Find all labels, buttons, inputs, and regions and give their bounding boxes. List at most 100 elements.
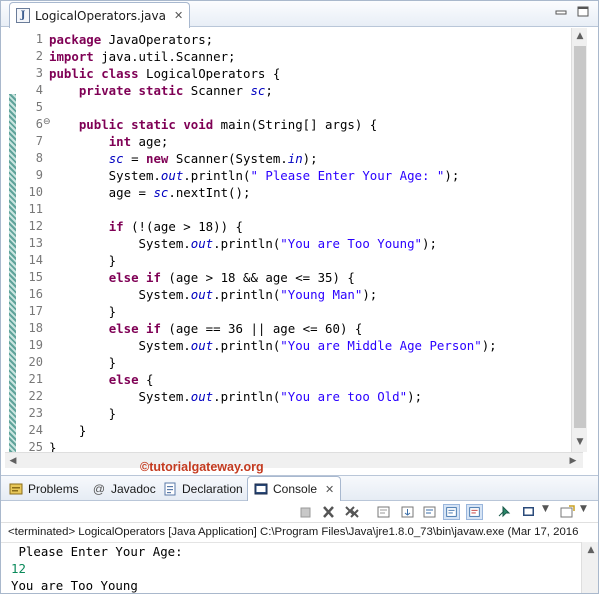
code-editor[interactable]: 1 2 3 4 5 6 7 8 9 10 11 12 13 14 15 16 17 18 19 20 21 22 23 24 2…	[5, 28, 597, 452]
console-icon	[254, 483, 268, 495]
line-number: 10	[28, 185, 43, 199]
scroll-up-icon[interactable]: ▲	[583, 542, 598, 558]
console-process-label: <terminated> LogicalOperators [Java Appl…	[1, 523, 598, 542]
line-number: 9	[35, 168, 43, 182]
chevron-down-icon[interactable]: ▼	[580, 504, 587, 514]
scroll-lock-icon[interactable]	[399, 504, 416, 520]
code-area[interactable]: package JavaOperators; import java.util.S…	[49, 31, 569, 452]
code-token: System.	[49, 236, 191, 251]
code-line: int age;	[49, 133, 569, 150]
code-token: .println(	[213, 236, 281, 251]
line-number: 7	[35, 134, 43, 148]
remove-launch-icon[interactable]	[320, 504, 337, 520]
tab-problems[interactable]: Problems	[9, 476, 79, 501]
line-number: 16	[28, 287, 43, 301]
close-icon[interactable]: ✕	[325, 483, 334, 496]
code-token: System.	[49, 338, 191, 353]
code-line: else if (age > 18 && age <= 35) {	[49, 269, 569, 286]
code-line: }	[49, 422, 569, 439]
console-output[interactable]: Please Enter Your Age: 12 You are Too Yo…	[1, 542, 581, 593]
code-line: private static Scanner sc;	[49, 82, 569, 99]
code-line: age = sc.nextInt();	[49, 184, 569, 201]
code-token: if	[146, 270, 161, 285]
scroll-down-icon[interactable]: ▼	[572, 434, 588, 450]
code-token: }	[49, 355, 117, 370]
code-token: }	[49, 423, 87, 438]
code-line: sc = new Scanner(System.in);	[49, 150, 569, 167]
show-console-on-error-icon[interactable]	[466, 504, 483, 520]
display-selected-console-icon[interactable]	[521, 504, 538, 520]
code-token: out	[160, 168, 184, 183]
code-token: sc	[108, 151, 124, 166]
scrollbar-thumb[interactable]	[574, 46, 586, 428]
line-number: 18	[28, 321, 43, 335]
close-icon[interactable]: ✕	[174, 9, 183, 22]
code-token: package	[49, 32, 102, 47]
java-file-icon: J	[16, 8, 30, 23]
code-line: else if (age == 36 || age <= 60) {	[49, 320, 569, 337]
watermark: ©tutorialgateway.org	[140, 460, 264, 474]
maximize-icon[interactable]	[576, 6, 590, 18]
terminate-icon[interactable]	[297, 504, 314, 520]
scroll-left-icon[interactable]: ◀	[5, 453, 21, 469]
line-number: 13	[28, 236, 43, 250]
code-token: }	[49, 253, 117, 268]
code-token: "Young Man"	[280, 287, 363, 302]
tab-console[interactable]: Console ✕	[247, 476, 342, 501]
code-line: }	[49, 252, 569, 269]
code-token: "You are too Old"	[280, 389, 408, 404]
code-token: Scanner	[183, 83, 251, 98]
code-line: }	[49, 405, 569, 422]
editor-tab-logicaloperators[interactable]: J LogicalOperators.java ✕	[9, 2, 191, 28]
line-number: 8	[35, 151, 43, 165]
remove-all-terminated-icon[interactable]	[343, 504, 360, 520]
code-line: else {	[49, 371, 569, 388]
code-line: System.out.println("You are Too Young");	[49, 235, 569, 252]
code-token: {	[138, 372, 154, 387]
chevron-down-icon[interactable]: ▼	[542, 504, 549, 514]
tab-declaration[interactable]: Declaration	[163, 476, 243, 501]
console-result-line: You are Too Young	[11, 578, 138, 593]
open-console-icon[interactable]	[559, 504, 576, 520]
clear-console-icon[interactable]	[375, 504, 392, 520]
editor-horizontal-scrollbar[interactable]: ◀ ▶	[5, 452, 583, 468]
line-number: 19	[28, 338, 43, 352]
tab-javadoc[interactable]: @ Javadoc	[92, 476, 156, 501]
code-token: void	[183, 117, 214, 132]
code-token: (!(age > 18)) {	[123, 219, 243, 234]
code-token: static	[131, 117, 176, 132]
line-number: 21	[28, 372, 43, 386]
code-line: if (!(age > 18)) {	[49, 218, 569, 235]
pin-console-icon[interactable]	[495, 504, 512, 520]
code-token: .println(	[183, 168, 251, 183]
code-token: public	[78, 117, 124, 132]
problems-icon	[9, 483, 23, 494]
code-token: else	[108, 270, 139, 285]
line-number: 1	[35, 32, 43, 46]
code-token: System.	[49, 287, 191, 302]
fold-marker-icon[interactable]: ⊖	[43, 116, 51, 128]
word-wrap-icon[interactable]	[421, 504, 438, 520]
scroll-up-icon[interactable]: ▲	[572, 28, 588, 44]
code-line: }	[49, 439, 569, 452]
scroll-right-icon[interactable]: ▶	[565, 453, 581, 469]
line-number: 5	[35, 100, 43, 114]
console-vertical-scrollbar[interactable]: ▲	[581, 542, 598, 593]
code-token: out	[190, 389, 214, 404]
show-console-on-output-icon[interactable]	[443, 504, 460, 520]
code-line: }	[49, 303, 569, 320]
editor-vertical-scrollbar[interactable]: ▲ ▼	[571, 28, 587, 452]
line-number: 11	[28, 202, 43, 216]
minimize-icon[interactable]	[554, 6, 568, 18]
code-token: "You are Too Young"	[280, 236, 423, 251]
code-token: }	[49, 406, 117, 421]
code-token: JavaOperators;	[101, 32, 214, 47]
line-number: 15	[28, 270, 43, 284]
